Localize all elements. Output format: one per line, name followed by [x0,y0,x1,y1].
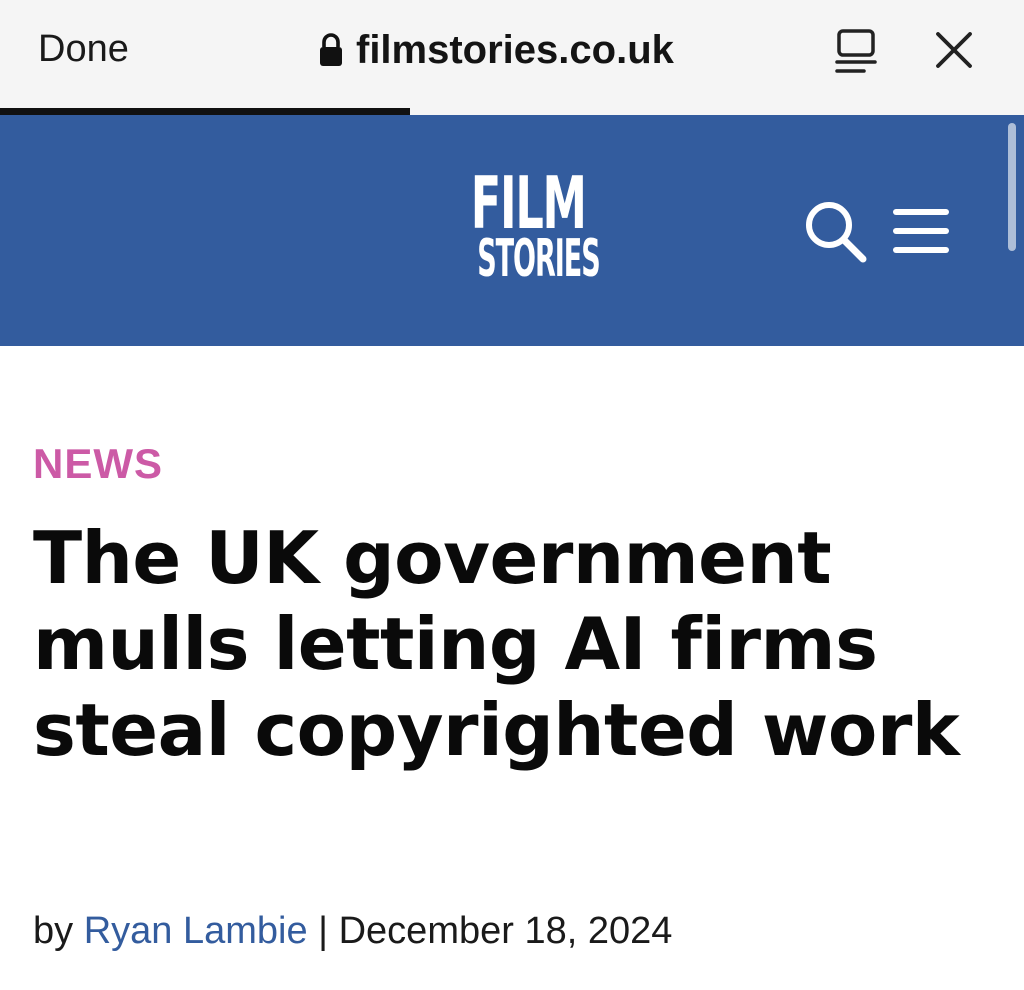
article-headline: The UK government mulls letting AI firms… [33,516,960,772]
logo-line-stories: STORIES [477,229,601,289]
progress-fill [0,108,410,115]
lock-icon [318,32,344,68]
search-icon[interactable] [802,198,868,264]
url-text: filmstories.co.uk [356,27,674,72]
category-label[interactable]: NEWS [33,440,163,488]
byline-separator: | [318,910,329,952]
menu-icon[interactable] [892,206,950,256]
browser-toolbar: Done filmstories.co.uk [0,0,1024,108]
page-load-progress [0,108,1024,115]
author-link[interactable]: Ryan Lambie [84,910,308,952]
site-logo[interactable]: FILM STORIES [446,161,601,289]
done-button[interactable]: Done [38,28,129,71]
logo-line-film: FILM [470,161,587,245]
address-bar[interactable]: filmstories.co.uk [318,24,674,76]
site-header: FILM STORIES [0,115,1024,346]
publish-date: December 18, 2024 [338,910,673,952]
byline-prefix: by [33,910,74,952]
byline: by Ryan Lambie | December 18, 2024 [33,910,672,953]
scrollbar[interactable] [1008,123,1016,251]
reader-view-icon[interactable] [834,28,878,76]
close-icon[interactable] [934,30,974,70]
